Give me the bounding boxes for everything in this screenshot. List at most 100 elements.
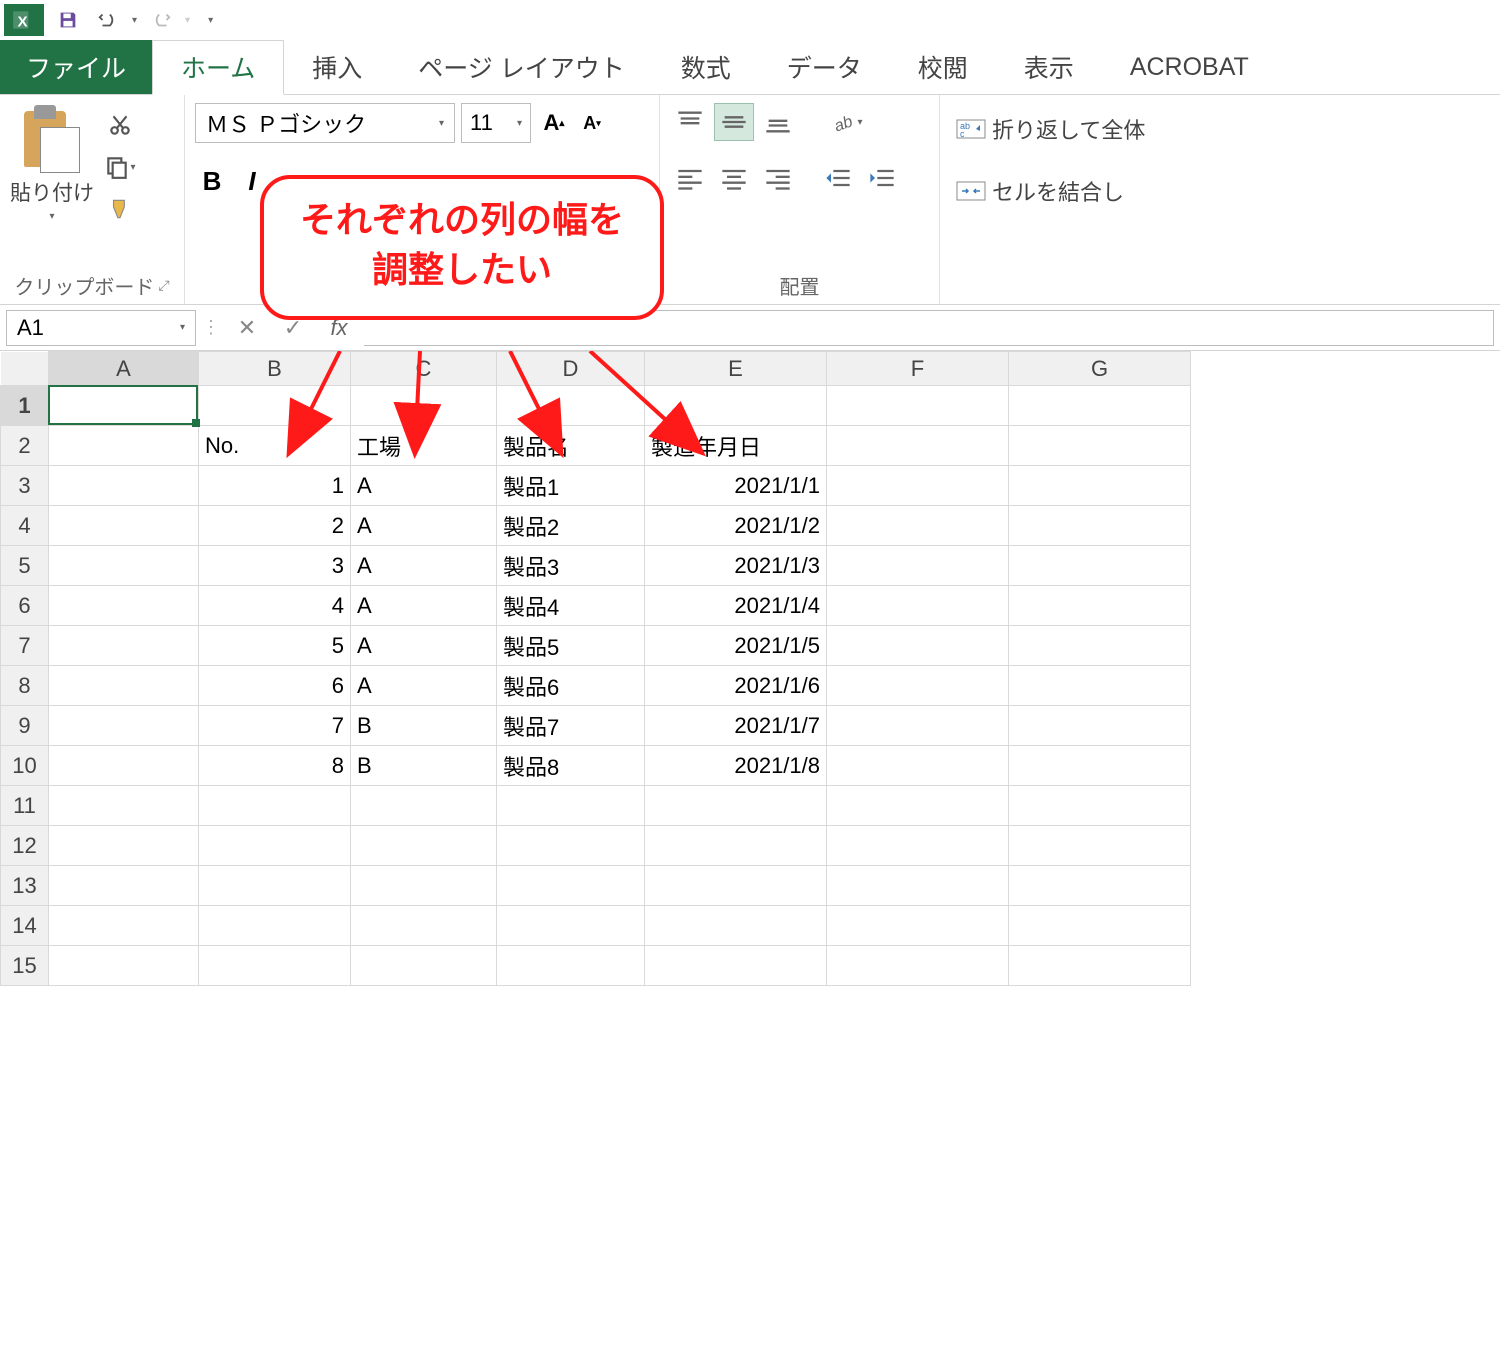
cell[interactable]: A xyxy=(351,466,497,506)
cell[interactable] xyxy=(827,786,1009,826)
cell[interactable] xyxy=(827,426,1009,466)
cell[interactable] xyxy=(497,826,645,866)
tab-acrobat[interactable]: ACROBAT xyxy=(1102,40,1277,94)
qat-customize-icon[interactable]: ▾ xyxy=(208,15,213,26)
cell[interactable]: 工場 xyxy=(351,426,497,466)
cell[interactable] xyxy=(351,786,497,826)
cell[interactable]: 2021/1/2 xyxy=(645,506,827,546)
cell[interactable] xyxy=(199,946,351,986)
cell[interactable] xyxy=(199,386,351,426)
cell[interactable] xyxy=(1009,426,1191,466)
cell[interactable]: 製品1 xyxy=(497,466,645,506)
cell[interactable] xyxy=(827,746,1009,786)
cell[interactable] xyxy=(827,946,1009,986)
paste-icon[interactable] xyxy=(22,103,82,173)
cell[interactable]: 製品2 xyxy=(497,506,645,546)
cell[interactable] xyxy=(497,786,645,826)
align-top-button[interactable] xyxy=(670,103,710,141)
cell[interactable] xyxy=(1009,706,1191,746)
align-middle-button[interactable] xyxy=(714,103,754,141)
cell[interactable]: 製品3 xyxy=(497,546,645,586)
cell[interactable] xyxy=(199,866,351,906)
cell[interactable]: A xyxy=(351,506,497,546)
cell[interactable] xyxy=(351,386,497,426)
cell[interactable] xyxy=(1009,626,1191,666)
cell[interactable]: A xyxy=(351,666,497,706)
row-header[interactable]: 4 xyxy=(1,506,49,546)
cell[interactable] xyxy=(645,826,827,866)
paste-label[interactable]: 貼り付け xyxy=(10,177,94,207)
cell[interactable] xyxy=(827,626,1009,666)
cell[interactable] xyxy=(49,786,199,826)
cell[interactable]: 製品8 xyxy=(497,746,645,786)
cell[interactable]: No. xyxy=(199,426,351,466)
cell[interactable] xyxy=(49,466,199,506)
cell[interactable] xyxy=(49,706,199,746)
bold-button[interactable]: B xyxy=(195,161,229,201)
cell[interactable] xyxy=(827,546,1009,586)
tab-data[interactable]: データ xyxy=(759,40,890,94)
cell[interactable] xyxy=(1009,546,1191,586)
increase-font-button[interactable]: A▴ xyxy=(537,103,571,143)
cell[interactable] xyxy=(1009,866,1191,906)
copy-button[interactable]: ▾ xyxy=(102,151,138,183)
cell[interactable] xyxy=(49,746,199,786)
tab-review[interactable]: 校閲 xyxy=(890,40,996,94)
row-header[interactable]: 13 xyxy=(1,866,49,906)
cell[interactable] xyxy=(827,866,1009,906)
row-header[interactable]: 3 xyxy=(1,466,49,506)
column-header[interactable]: C xyxy=(351,352,497,386)
redo-dropdown-icon[interactable]: ▾ xyxy=(185,15,190,26)
select-all-corner[interactable] xyxy=(1,352,49,386)
cell[interactable] xyxy=(1009,826,1191,866)
align-left-button[interactable] xyxy=(670,159,710,197)
cell[interactable] xyxy=(49,546,199,586)
cell[interactable] xyxy=(1009,586,1191,626)
cell[interactable] xyxy=(645,866,827,906)
tab-view[interactable]: 表示 xyxy=(996,40,1102,94)
row-header[interactable]: 1 xyxy=(1,386,49,426)
cell[interactable]: 製品4 xyxy=(497,586,645,626)
cell[interactable]: 2021/1/6 xyxy=(645,666,827,706)
cell[interactable]: A xyxy=(351,546,497,586)
align-right-button[interactable] xyxy=(758,159,798,197)
merge-cells-button[interactable]: セルを結合し xyxy=(950,171,1130,211)
cell[interactable]: 製品7 xyxy=(497,706,645,746)
tab-file[interactable]: ファイル xyxy=(0,40,152,94)
cut-button[interactable] xyxy=(102,109,138,141)
cell[interactable]: 製品5 xyxy=(497,626,645,666)
cell[interactable] xyxy=(351,866,497,906)
row-header[interactable]: 6 xyxy=(1,586,49,626)
cell[interactable] xyxy=(351,826,497,866)
tab-insert[interactable]: 挿入 xyxy=(284,40,390,94)
cell[interactable] xyxy=(827,506,1009,546)
cell[interactable] xyxy=(497,866,645,906)
row-header[interactable]: 2 xyxy=(1,426,49,466)
cell[interactable] xyxy=(49,506,199,546)
cell[interactable]: A xyxy=(351,586,497,626)
cell[interactable] xyxy=(1009,466,1191,506)
row-header[interactable]: 7 xyxy=(1,626,49,666)
cell[interactable]: 3 xyxy=(199,546,351,586)
cell[interactable] xyxy=(199,826,351,866)
cell[interactable] xyxy=(199,786,351,826)
column-header[interactable]: G xyxy=(1009,352,1191,386)
cell[interactable]: B xyxy=(351,746,497,786)
column-header[interactable]: B xyxy=(199,352,351,386)
cell[interactable]: 4 xyxy=(199,586,351,626)
font-size-select[interactable]: 11▾ xyxy=(461,103,531,143)
cell[interactable] xyxy=(827,466,1009,506)
cell[interactable]: 2021/1/5 xyxy=(645,626,827,666)
cell[interactable]: 6 xyxy=(199,666,351,706)
cell[interactable]: 2021/1/1 xyxy=(645,466,827,506)
cell[interactable] xyxy=(351,906,497,946)
cell[interactable]: 2 xyxy=(199,506,351,546)
cell[interactable]: 2021/1/3 xyxy=(645,546,827,586)
cell[interactable]: 1 xyxy=(199,466,351,506)
cell[interactable] xyxy=(827,706,1009,746)
cell[interactable] xyxy=(49,906,199,946)
cell[interactable] xyxy=(1009,506,1191,546)
cell[interactable] xyxy=(497,386,645,426)
clipboard-launcher-icon[interactable]: ⤢ xyxy=(158,277,169,294)
column-header[interactable]: A xyxy=(49,352,199,386)
